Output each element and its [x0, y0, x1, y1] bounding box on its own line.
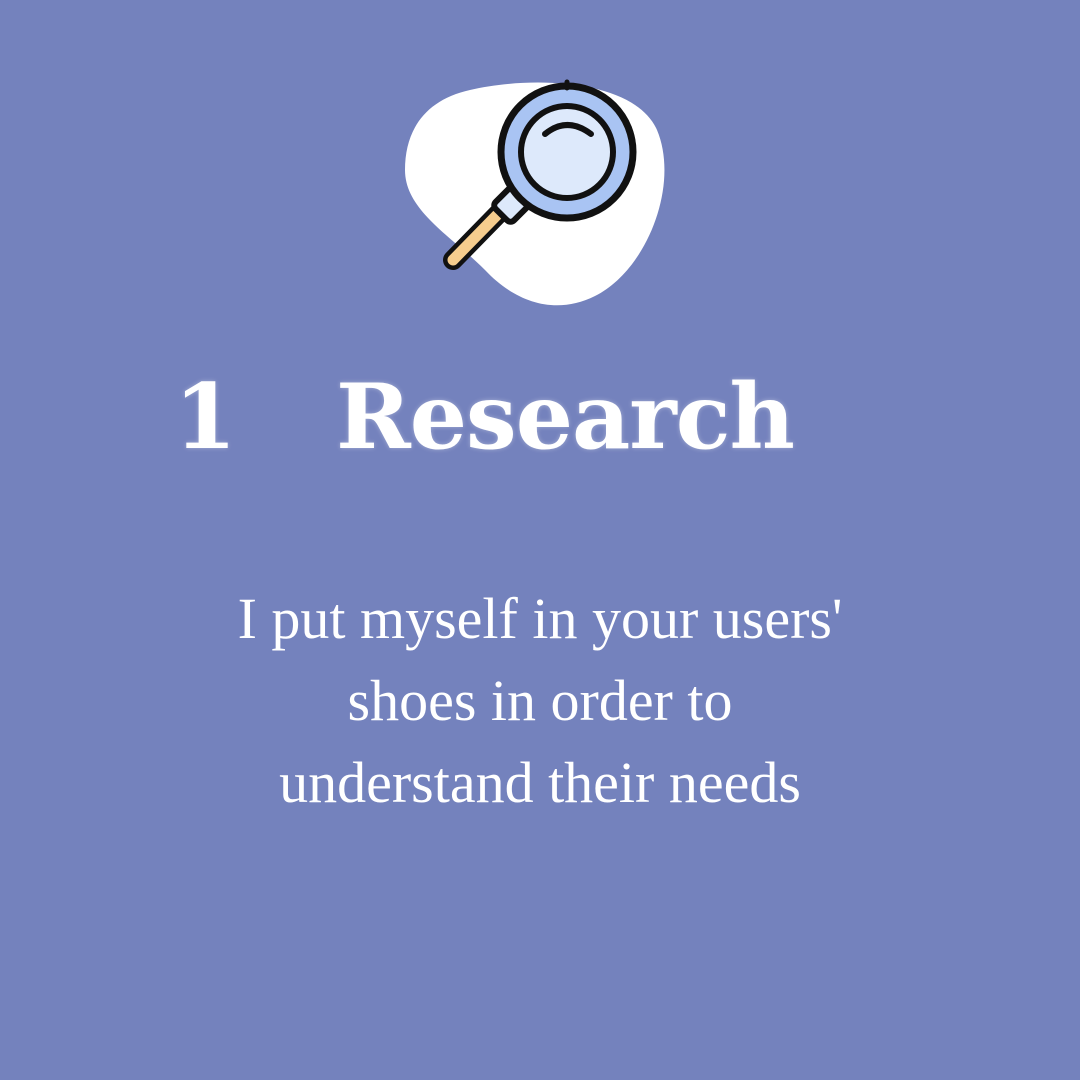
description-line: understand their needs [279, 750, 801, 815]
step-number: 1 [174, 364, 237, 470]
description-line: I put myself in your users' [237, 586, 843, 651]
description-line: shoes in order to [347, 668, 733, 733]
slide: 1 Research I put myself in your users' s… [0, 0, 1080, 1080]
step-title: Research [336, 364, 795, 470]
magnifying-glass-icon [395, 70, 675, 315]
lens-glass [518, 103, 616, 201]
description-text: I put myself in your users' shoes in ord… [140, 578, 940, 824]
